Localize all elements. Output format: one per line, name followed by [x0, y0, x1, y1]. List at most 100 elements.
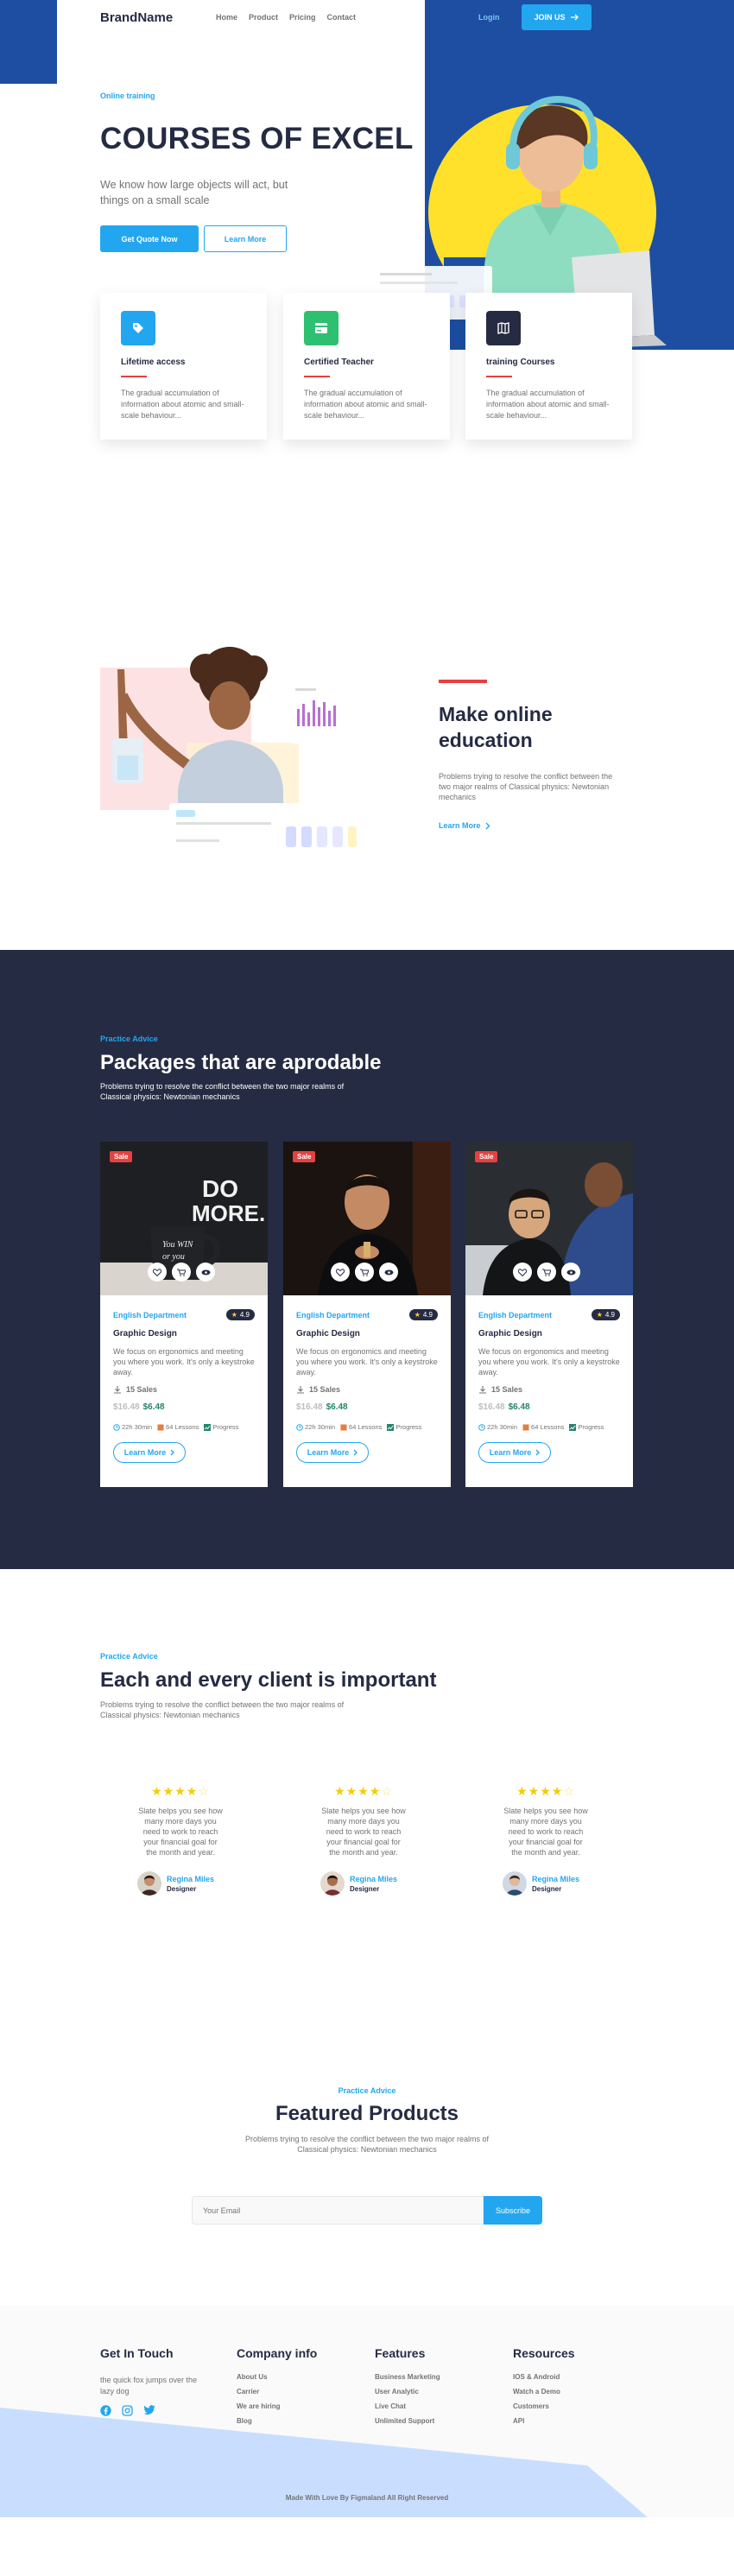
feature-divider [121, 376, 147, 377]
feature-title: Lifetime access [121, 358, 186, 367]
footer-link-hiring[interactable]: We are hiring [237, 2402, 317, 2410]
avatar [503, 1871, 527, 1896]
brand-logo[interactable]: BrandName [100, 10, 173, 25]
sales-count: 15 Sales [126, 1385, 158, 1394]
eye-icon[interactable] [561, 1263, 580, 1282]
cart-icon[interactable] [355, 1263, 374, 1282]
rating-badge: ★ 4.9 [591, 1309, 620, 1320]
course-learn-more-button[interactable]: Learn More [478, 1442, 551, 1463]
footer-link-api[interactable]: API [513, 2417, 575, 2425]
old-price: $16.48 [113, 1402, 140, 1412]
course-actions [331, 1263, 398, 1282]
old-price: $16.48 [296, 1402, 323, 1412]
course-sales: 15 Sales [296, 1385, 438, 1394]
hero-subtitle: We know how large objects will act, but … [100, 179, 288, 206]
rating-value: 4.9 [604, 1311, 615, 1319]
course-learn-more-button[interactable]: Learn More [113, 1442, 186, 1463]
footer-link-customers[interactable]: Customers [513, 2402, 575, 2410]
clock-icon [113, 1423, 120, 1431]
course-progress: Progress [569, 1423, 604, 1431]
hero-corner-block [0, 0, 57, 84]
course-card[interactable]: DO MORE. You WIN or you Sale English Dep… [100, 1142, 268, 1487]
progress-icon [204, 1423, 212, 1431]
heart-icon[interactable] [148, 1263, 167, 1282]
testimonial-card: ★★★★☆ Slate helps you see how many more … [477, 1784, 615, 1896]
author-role: Designer [350, 1884, 380, 1893]
nav-pricing[interactable]: Pricing [289, 13, 316, 22]
footer-link-user-analytic[interactable]: User Analytic [375, 2388, 440, 2396]
course-duration: 22h 30min [296, 1423, 335, 1431]
footer-link-unlimited-support[interactable]: Unlimited Support [375, 2417, 440, 2425]
join-us-button[interactable]: JOIN US [522, 4, 592, 30]
sale-badge: Sale [293, 1151, 316, 1162]
nav-contact[interactable]: Contact [327, 13, 357, 22]
heart-icon[interactable] [513, 1263, 532, 1282]
chevron-right-icon [353, 1449, 358, 1456]
login-link[interactable]: Login [478, 13, 500, 22]
cart-icon[interactable] [172, 1263, 191, 1282]
course-description: We focus on ergonomics and meeting you w… [296, 1347, 438, 1377]
course-department: English Department [296, 1310, 370, 1320]
cart-icon[interactable] [537, 1263, 556, 1282]
feature-divider [486, 376, 512, 377]
star-icon: ★ [414, 1311, 421, 1319]
eye-icon[interactable] [379, 1263, 398, 1282]
email-input[interactable]: Your Email [192, 2196, 484, 2225]
author-role: Designer [167, 1884, 197, 1893]
join-us-label: JOIN US [534, 13, 566, 22]
course-card[interactable]: Sale English Department ★ 4.9 Graphic Des… [283, 1142, 451, 1487]
course-duration: 22h 30min [113, 1423, 152, 1431]
footer-link-carrier[interactable]: Carrier [237, 2388, 317, 2396]
footer-link-watch-demo[interactable]: Watch a Demo [513, 2388, 575, 2396]
footer-resources: Resources IOS & Android Watch a Demo Cus… [513, 2346, 575, 2425]
instagram-icon[interactable] [122, 2405, 133, 2416]
packages-eyebrow: Practice Advice [100, 1035, 158, 1043]
footer-link-live-chat[interactable]: Live Chat [375, 2402, 440, 2410]
heart-icon[interactable] [331, 1263, 350, 1282]
lessons-value: 64 Lessons [166, 1423, 199, 1431]
footer-link-ios-android[interactable]: IOS & Android [513, 2373, 575, 2381]
star-icon: ★ [231, 1311, 237, 1319]
course-prices: $16.48 $6.48 [478, 1402, 620, 1412]
subscribe-button[interactable]: Subscribe [484, 2196, 542, 2225]
course-prices: $16.48 $6.48 [113, 1402, 255, 1412]
course-description: We focus on ergonomics and meeting you w… [113, 1347, 255, 1377]
course-meta: 22h 30min 64 Lessons Progress [478, 1423, 620, 1431]
footer-link-blog[interactable]: Blog [237, 2417, 317, 2425]
old-price: $16.48 [478, 1402, 505, 1412]
avatar [137, 1871, 161, 1896]
nav-product[interactable]: Product [249, 13, 278, 22]
rating-value: 4.9 [239, 1311, 250, 1319]
education-learn-more-link[interactable]: Learn More [439, 821, 490, 830]
twitter-icon[interactable] [143, 2405, 155, 2416]
packages-subtitle: Problems trying to resolve the conflict … [100, 1082, 345, 1101]
progress-label: Progress [578, 1423, 604, 1431]
footer-company-info: Company info About Us Carrier We are hir… [237, 2346, 317, 2425]
lessons-icon [157, 1424, 164, 1430]
featured-eyebrow: Practice Advice [338, 2086, 396, 2095]
course-card[interactable]: Sale English Department ★ 4.9 Graphic Des… [465, 1142, 633, 1487]
get-quote-button[interactable]: Get Quote Now [100, 225, 199, 252]
footer-get-in-touch: Get In Touch the quick fox jumps over th… [100, 2346, 212, 2416]
clock-icon [478, 1423, 485, 1431]
lessons-value: 64 Lessons [531, 1423, 565, 1431]
facebook-icon[interactable] [100, 2405, 111, 2416]
course-sales: 15 Sales [113, 1385, 255, 1394]
duration-value: 22h 30min [122, 1423, 153, 1431]
nav-home[interactable]: Home [216, 13, 237, 22]
sale-badge: Sale [475, 1151, 498, 1162]
eye-icon[interactable] [196, 1263, 215, 1282]
learn-more-button[interactable]: Learn More [204, 225, 287, 252]
course-name: Graphic Design [478, 1329, 542, 1339]
rating-value: 4.9 [422, 1311, 433, 1319]
footer-link-business-marketing[interactable]: Business Marketing [375, 2373, 440, 2381]
course-name: Graphic Design [296, 1329, 360, 1339]
testimonial-text: Slate helps you see how many more days y… [503, 1807, 588, 1857]
course-learn-more-button[interactable]: Learn More [296, 1442, 369, 1463]
new-price: $6.48 [326, 1402, 348, 1412]
arrow-right-icon [570, 14, 579, 21]
footer-link-about[interactable]: About Us [237, 2373, 317, 2381]
author-name: Regina Miles [350, 1874, 398, 1883]
testimonial-text: Slate helps you see how many more days y… [321, 1807, 406, 1857]
footer-heading: Resources [513, 2346, 575, 2360]
